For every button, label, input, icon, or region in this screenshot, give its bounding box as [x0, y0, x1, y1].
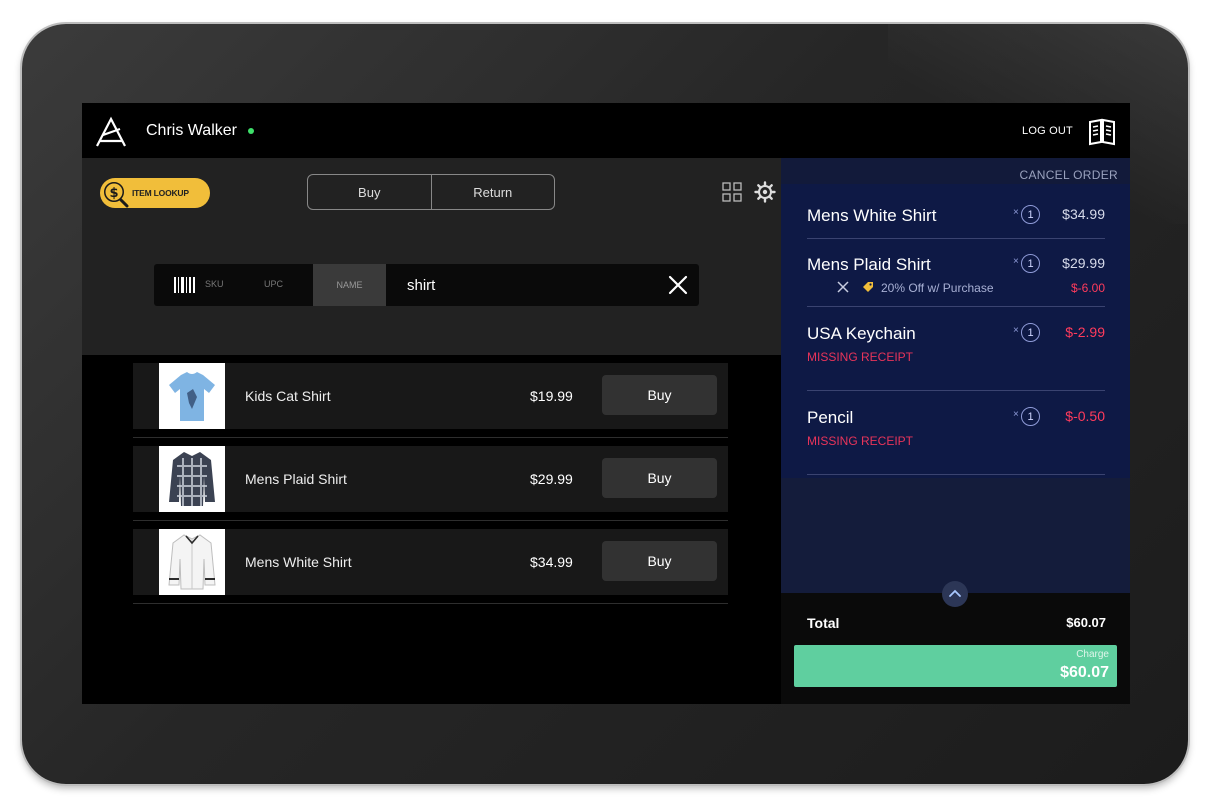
- product-price: $34.99: [530, 554, 573, 570]
- plaid-shirt-image: [159, 446, 225, 512]
- product-price: $29.99: [530, 471, 573, 487]
- cart-divider: [807, 306, 1105, 307]
- results-list: Kids Cat Shirt $19.99 Buy Mens Plaid Shi…: [82, 355, 781, 704]
- quantity-control[interactable]: × 1: [1013, 205, 1045, 225]
- app-logo-icon: [96, 116, 126, 147]
- cart-panel: CANCEL ORDER Mens White Shirt × 1 $34.99…: [781, 158, 1130, 704]
- cart-item-name: USA Keychain: [807, 324, 916, 343]
- product-image: [159, 446, 225, 512]
- cart-empty-area: [781, 478, 1130, 593]
- cart-items: Mens White Shirt × 1 $34.99 Mens Plaid S…: [781, 184, 1130, 478]
- quantity-control[interactable]: × 1: [1013, 254, 1045, 274]
- charge-label: Charge: [1076, 649, 1109, 660]
- qty-value: 1: [1021, 407, 1040, 426]
- cancel-order-button[interactable]: CANCEL ORDER: [1019, 168, 1118, 182]
- search-bar: SKU UPC NAME: [154, 264, 699, 306]
- tag-icon: [863, 282, 873, 292]
- item-lookup-button[interactable]: $ ITEM LOOKUP: [100, 178, 210, 208]
- cart-item-name: Mens Plaid Shirt: [807, 255, 931, 274]
- cart-footer: Total $60.07 Charge $60.07: [781, 581, 1130, 704]
- cart-item-price: $29.99: [1062, 255, 1105, 271]
- white-shirt-image: [159, 529, 225, 595]
- qty-value: 1: [1021, 323, 1040, 342]
- search-input[interactable]: [397, 269, 677, 301]
- charge-button[interactable]: Charge $60.07: [794, 645, 1117, 687]
- cart-divider: [807, 238, 1105, 239]
- chevron-up-icon: [949, 589, 961, 597]
- missing-receipt-note: MISSING RECEIPT: [807, 434, 914, 448]
- total-value: $60.07: [1066, 615, 1106, 630]
- expand-cart-button[interactable]: [942, 581, 968, 607]
- qty-prefix: ×: [1013, 325, 1019, 336]
- remove-discount-icon[interactable]: [837, 281, 849, 293]
- row-divider: [133, 520, 728, 521]
- product-image: [159, 363, 225, 429]
- close-icon[interactable]: [667, 274, 689, 296]
- qty-prefix: ×: [1013, 256, 1019, 267]
- dollar-search-icon: $: [102, 180, 129, 208]
- product-price: $19.99: [530, 388, 573, 404]
- search-tab-name[interactable]: NAME: [313, 264, 386, 306]
- product-name: Kids Cat Shirt: [245, 388, 331, 404]
- user-name: Chris Walker: [146, 122, 237, 139]
- row-divider: [133, 437, 728, 438]
- online-status-dot: [248, 128, 254, 134]
- product-image: [159, 529, 225, 595]
- top-bar: Chris Walker LOG OUT: [82, 103, 1130, 158]
- qty-value: 1: [1021, 254, 1040, 273]
- list-item: Mens White Shirt $34.99 Buy: [133, 529, 728, 595]
- search-tab-sku[interactable]: SKU: [205, 279, 224, 289]
- mode-toggle: Buy Return: [307, 174, 555, 210]
- barcode-icon: [174, 277, 195, 293]
- cart-item-price: $34.99: [1062, 206, 1105, 222]
- cart-divider: [807, 474, 1105, 475]
- qty-value: 1: [1021, 205, 1040, 224]
- row-divider: [133, 603, 728, 604]
- grid-icon[interactable]: [722, 182, 742, 202]
- list-item: Mens Plaid Shirt $29.99 Buy: [133, 446, 728, 512]
- logout-button[interactable]: LOG OUT: [1022, 125, 1073, 137]
- missing-receipt-note: MISSING RECEIPT: [807, 350, 914, 364]
- book-icon[interactable]: [1087, 116, 1117, 146]
- discount-description: 20% Off w/ Purchase: [881, 281, 994, 295]
- total-label: Total: [807, 615, 840, 631]
- cart-item-price: $-2.99: [1065, 324, 1105, 340]
- buy-button[interactable]: Buy: [602, 541, 717, 581]
- qty-prefix: ×: [1013, 207, 1019, 218]
- svg-text:$: $: [109, 186, 118, 201]
- cart-divider: [807, 390, 1105, 391]
- product-name: Mens White Shirt: [245, 554, 352, 570]
- return-mode-button[interactable]: Return: [430, 175, 555, 209]
- search-tab-upc[interactable]: UPC: [264, 279, 283, 289]
- quantity-control[interactable]: × 1: [1013, 323, 1045, 343]
- search-panel: $ ITEM LOOKUP Buy Return SKU UPC NAME sh…: [82, 158, 781, 355]
- cart-item-name: Mens White Shirt: [807, 206, 937, 225]
- charge-amount: $60.07: [1060, 664, 1109, 681]
- buy-button[interactable]: Buy: [602, 458, 717, 498]
- pos-screen: Chris Walker LOG OUT $ ITEM LOOKUP Buy R…: [82, 103, 1130, 704]
- list-item: Kids Cat Shirt $19.99 Buy: [133, 363, 728, 429]
- item-lookup-label: ITEM LOOKUP: [132, 188, 189, 198]
- discount-amount: $-6.00: [1070, 281, 1105, 295]
- tshirt-image: [159, 363, 225, 429]
- cart-item-name: Pencil: [807, 408, 854, 427]
- buy-mode-button[interactable]: Buy: [308, 175, 431, 209]
- buy-button[interactable]: Buy: [602, 375, 717, 415]
- cart-item-price: $-0.50: [1065, 408, 1105, 424]
- product-name: Mens Plaid Shirt: [245, 471, 347, 487]
- quantity-control[interactable]: × 1: [1013, 407, 1045, 427]
- qty-prefix: ×: [1013, 409, 1019, 420]
- gear-icon[interactable]: [754, 181, 776, 203]
